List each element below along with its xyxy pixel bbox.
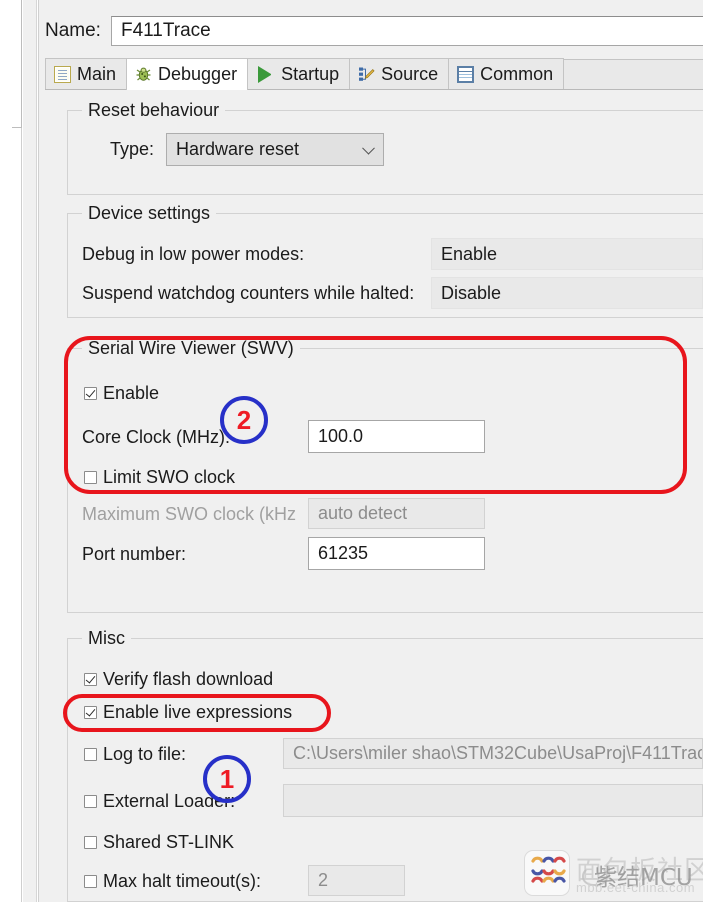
annotation-marker-2-text: 2: [236, 405, 252, 435]
configuration-name-row: Name: F411Trace: [45, 16, 703, 46]
low-power-label: Debug in low power modes:: [82, 244, 305, 264]
launch-configuration-dialog: Name: F411Trace Main Debugger Startup So…: [0, 0, 703, 902]
checkbox-icon[interactable]: [84, 748, 97, 761]
max-swo-clock-input: auto detect: [308, 498, 485, 529]
dialog-left-rail: [23, 0, 37, 902]
tab-source[interactable]: Source: [349, 58, 450, 89]
watchdog-label: Suspend watchdog counters while halted:: [82, 283, 415, 303]
reset-type-combo[interactable]: Hardware reset: [166, 133, 384, 166]
tab-common-label: Common: [480, 63, 554, 84]
tab-debugger[interactable]: Debugger: [126, 58, 249, 90]
reset-behaviour-group: Reset behaviour Type: Hardware reset: [67, 100, 703, 195]
log-to-file-path-input: C:\Users\miler shao\STM32Cube\UsaProj\F4…: [283, 738, 703, 769]
watchdog-value: Disable: [441, 282, 502, 303]
tab-common[interactable]: Common: [448, 58, 565, 89]
annotation-marker-1: 1: [203, 755, 251, 803]
configuration-name-input[interactable]: F411Trace: [110, 16, 703, 46]
tab-startup[interactable]: Startup: [247, 58, 351, 89]
verify-flash-download-label: Verify flash download: [103, 669, 274, 689]
checkbox-icon[interactable]: [84, 387, 97, 400]
checkbox-icon[interactable]: [84, 673, 97, 686]
checkbox-icon[interactable]: [84, 795, 97, 808]
device-settings-group: Device settings Debug in low power modes…: [67, 203, 703, 318]
log-to-file-row[interactable]: Log to file:: [84, 744, 186, 765]
reset-behaviour-legend: Reset behaviour: [82, 100, 226, 121]
swv-enable-row[interactable]: Enable: [84, 383, 159, 404]
checkbox-icon[interactable]: [84, 875, 97, 888]
shared-stlink-label: Shared ST-LINK: [103, 832, 235, 852]
low-power-combo[interactable]: Enable: [431, 238, 703, 270]
tab-bar: Main Debugger Startup Source Common: [45, 58, 703, 90]
window-left-gutter-corner: [12, 0, 22, 128]
serial-wire-viewer-group: Serial Wire Viewer (SWV) Enable Core Clo…: [67, 338, 703, 613]
configuration-name-value: F411Trace: [120, 20, 211, 41]
misc-legend: Misc: [82, 628, 131, 649]
tab-main-label: Main: [77, 63, 117, 84]
port-number-value: 61235: [318, 543, 369, 563]
enable-live-expressions-row[interactable]: Enable live expressions: [84, 702, 292, 723]
configuration-name-label: Name:: [45, 20, 101, 41]
watermark-logo-icon: [524, 850, 570, 896]
annotation-marker-1-text: 1: [219, 764, 235, 794]
swv-legend: Serial Wire Viewer (SWV): [82, 338, 300, 359]
bug-icon: [135, 66, 152, 83]
swv-enable-label: Enable: [103, 383, 160, 403]
port-number-input[interactable]: 61235: [308, 537, 485, 570]
tab-source-label: Source: [381, 63, 439, 84]
core-clock-value: 100.0: [318, 426, 364, 446]
checkbox-icon[interactable]: [84, 836, 97, 849]
max-halt-timeout-input: 2: [308, 865, 405, 896]
tab-main[interactable]: Main: [45, 58, 128, 89]
port-number-label: Port number:: [82, 544, 187, 564]
watermark-url-text: mbb.eet-china.com: [576, 880, 696, 895]
watermark: 面包板社区 紫结MCU mbb.eet-china.com: [524, 848, 703, 898]
reset-type-value: Hardware reset: [176, 139, 300, 159]
max-halt-timeout-value: 2: [318, 870, 329, 890]
document-icon: [54, 65, 71, 83]
limit-swo-clock-row[interactable]: Limit SWO clock: [84, 467, 235, 488]
low-power-value: Enable: [441, 243, 498, 264]
source-edit-icon: [358, 66, 375, 83]
tab-startup-label: Startup: [281, 63, 340, 84]
log-to-file-path-value: C:\Users\miler shao\STM32Cube\UsaProj\F4…: [293, 743, 703, 763]
window-left-gutter: [0, 0, 22, 902]
tab-bar-filler: [563, 59, 703, 89]
max-halt-timeout-label: Max halt timeout(s):: [103, 871, 262, 891]
max-swo-clock-value: auto detect: [318, 503, 408, 523]
verify-flash-download-row[interactable]: Verify flash download: [84, 669, 273, 690]
max-swo-clock-label: Maximum SWO clock (kHz: [82, 504, 297, 524]
annotation-marker-2: 2: [220, 396, 268, 444]
watchdog-combo[interactable]: Disable: [431, 277, 703, 309]
log-to-file-label: Log to file:: [103, 744, 187, 764]
enable-live-expressions-label: Enable live expressions: [103, 702, 293, 722]
table-icon: [457, 65, 475, 83]
max-halt-timeout-row[interactable]: Max halt timeout(s):: [84, 871, 261, 892]
core-clock-label: Core Clock (MHz):: [82, 427, 231, 447]
checkbox-icon[interactable]: [84, 471, 97, 484]
shared-stlink-row[interactable]: Shared ST-LINK: [84, 832, 234, 853]
external-loader-input: [283, 784, 703, 817]
chevron-down-icon: [362, 141, 375, 155]
tab-debugger-label: Debugger: [158, 64, 238, 84]
device-settings-legend: Device settings: [82, 203, 217, 224]
core-clock-input[interactable]: 100.0: [308, 420, 485, 453]
checkbox-icon[interactable]: [84, 706, 97, 719]
debug-configurations-panel: Name: F411Trace Main Debugger Startup So…: [38, 0, 703, 902]
reset-type-label: Type:: [110, 139, 155, 159]
limit-swo-clock-label: Limit SWO clock: [103, 467, 236, 487]
play-icon: [258, 65, 275, 83]
